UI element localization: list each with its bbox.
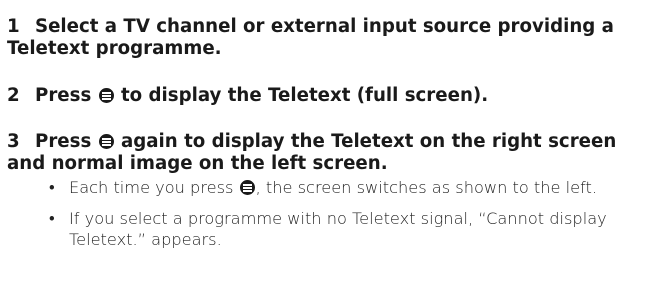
- step-text-before-icon: Press: [35, 131, 92, 152]
- step-2: 2 Press to display the Teletext (full scr…: [7, 85, 488, 107]
- step-text-after-icon: to display the Teletext (full screen).: [120, 85, 489, 106]
- bullet-text: If you select a programme with no Telete…: [69, 209, 607, 249]
- step-text-before-icon: Press: [35, 85, 92, 106]
- teletext-button-icon: [98, 134, 114, 149]
- list-item: • If you select a programme with no Telet…: [49, 208, 649, 250]
- step-text-after-icon: again to display the Teletext on the rig…: [7, 131, 617, 174]
- teletext-button-icon: [98, 88, 114, 103]
- teletext-button-icon: [239, 180, 255, 195]
- step-number: 1: [7, 16, 20, 37]
- step-text: Select a TV channel or external input so…: [7, 16, 614, 59]
- step-1: 1 Select a TV channel or external input s…: [7, 16, 652, 60]
- bullet-text-after-icon: , the screen switches as shown to the le…: [255, 178, 598, 197]
- step-3: 3 Press again to display the Teletext on …: [7, 131, 652, 175]
- note-list: • Each time you press , the screen switch…: [49, 177, 649, 250]
- bullet-text-before-icon: Each time you press: [69, 178, 234, 197]
- bullet-marker: •: [49, 209, 55, 228]
- step-number: 2: [7, 85, 20, 106]
- bullet-marker: •: [49, 178, 55, 197]
- list-item: • Each time you press , the screen switch…: [49, 177, 649, 198]
- step-number: 3: [7, 131, 20, 152]
